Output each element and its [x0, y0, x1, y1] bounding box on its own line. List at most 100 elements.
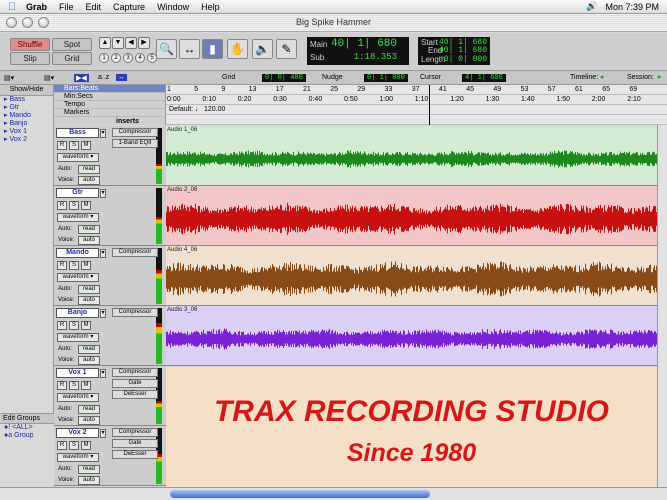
zoomer-tool-icon[interactable]: 🔍: [156, 39, 177, 59]
track-view-selector[interactable]: waveform ▾: [57, 453, 99, 462]
track-name-menu-icon[interactable]: ▾: [100, 429, 106, 438]
insertion-follows-playback-icon[interactable]: ↔: [116, 74, 127, 81]
show-hide-track[interactable]: ▸ Bass: [0, 96, 53, 104]
voice-selector[interactable]: auto: [78, 416, 100, 425]
show-hide-track[interactable]: ▸ Banjo: [0, 120, 53, 128]
insert-slot[interactable]: Compressor: [112, 308, 158, 317]
track-name-menu-icon[interactable]: ▾: [100, 189, 106, 198]
record-enable-button[interactable]: R: [57, 261, 67, 270]
menu-capture[interactable]: Capture: [107, 2, 151, 12]
track-view-selector[interactable]: waveform ▾: [57, 393, 99, 402]
shuffle-mode-button[interactable]: Shuffle: [10, 38, 50, 51]
record-enable-button[interactable]: R: [57, 381, 67, 390]
track-name-menu-icon[interactable]: ▾: [100, 249, 106, 258]
solo-button[interactable]: S: [69, 141, 79, 150]
bars-beats-ruler[interactable]: 1 5 9 13 17 21 25 29 33 37 41 45 49 53 57 61 65 69: [166, 85, 667, 95]
pencil-tool-icon[interactable]: ✎: [276, 39, 297, 59]
zoom-preset-1[interactable]: 1: [99, 53, 109, 63]
automation-mode-selector[interactable]: read: [78, 345, 100, 354]
length-value[interactable]: 0| 0| 000: [444, 55, 487, 64]
insert-slot[interactable]: Compressor: [112, 128, 158, 137]
link-timeline-icon[interactable]: ▶◀: [74, 74, 89, 82]
trimmer-tool-icon[interactable]: ↔: [179, 39, 200, 59]
record-enable-button[interactable]: R: [57, 441, 67, 450]
end-value[interactable]: 40| 1| 680: [439, 46, 487, 55]
mute-button[interactable]: M: [81, 441, 91, 450]
insert-slot[interactable]: DeEsser: [112, 390, 158, 399]
record-enable-button[interactable]: R: [57, 321, 67, 330]
record-enable-button[interactable]: R: [57, 141, 67, 150]
grid-value[interactable]: 0| 0| 480: [262, 74, 306, 82]
voice-selector[interactable]: auto: [78, 176, 100, 185]
menu-edit[interactable]: Edit: [80, 2, 108, 12]
menu-file[interactable]: File: [53, 2, 80, 12]
menubar-clock[interactable]: Mon 7:39 PM: [605, 2, 659, 12]
ruler-label-min-secs[interactable]: Min:Secs: [54, 93, 165, 101]
zoom-preset-4[interactable]: 4: [135, 53, 145, 63]
solo-button[interactable]: S: [69, 441, 79, 450]
audio-region[interactable]: Audio 3_06: [166, 306, 657, 366]
track-view-selector[interactable]: waveform ▾: [57, 153, 99, 162]
timeline-ruler[interactable]: 1 5 9 13 17 21 25 29 33 37 41 45 49 53 57 61 65 69 0:00 0:…: [166, 85, 667, 125]
main-counter[interactable]: Main 40| 1| 680 Sub 1:18.353: [307, 37, 409, 65]
zoom-preset-3[interactable]: 3: [123, 53, 133, 63]
insert-slot[interactable]: Compressor: [112, 368, 158, 377]
audio-region[interactable]: Audio 4_06: [166, 246, 657, 306]
apple-menu-icon[interactable]: : [4, 1, 20, 13]
menu-help[interactable]: Help: [195, 2, 226, 12]
voice-selector[interactable]: auto: [78, 356, 100, 365]
show-hide-track[interactable]: ▸ Vox 1: [0, 128, 53, 136]
insert-slot[interactable]: Compressor: [112, 248, 158, 257]
edit-groups-header[interactable]: Edit Groups: [0, 414, 54, 424]
solo-button[interactable]: S: [69, 381, 79, 390]
scrubber-tool-icon[interactable]: 🔈: [252, 39, 273, 59]
zoom-out-vertical-button[interactable]: ▼: [112, 37, 124, 49]
track-name[interactable]: Bass: [56, 128, 99, 138]
show-hide-track[interactable]: ▸ Gtr: [0, 104, 53, 112]
spot-mode-button[interactable]: Spot: [52, 38, 92, 51]
audio-region[interactable]: Audio 2_06: [166, 186, 657, 246]
record-enable-button[interactable]: R: [57, 201, 67, 210]
track-name-menu-icon[interactable]: ▾: [100, 129, 106, 138]
horizontal-scrollbar[interactable]: [0, 487, 667, 500]
horizontal-scroll-thumb[interactable]: [170, 490, 430, 498]
solo-button[interactable]: S: [69, 261, 79, 270]
zoom-horizontal-out-button[interactable]: ▶: [138, 37, 150, 49]
insert-slot[interactable]: 1-Band EQII: [112, 139, 158, 148]
automation-mode-selector[interactable]: read: [78, 285, 100, 294]
grabber-tool-icon[interactable]: ✋: [227, 39, 248, 59]
grid-mode-button[interactable]: Grid: [52, 52, 92, 65]
insert-slot[interactable]: Compressor: [112, 428, 158, 437]
mute-button[interactable]: M: [81, 261, 91, 270]
insert-slot[interactable]: Gate: [112, 439, 158, 448]
show-hide-track[interactable]: ▸ Mando: [0, 112, 53, 120]
voice-selector[interactable]: auto: [78, 236, 100, 245]
tempo-value[interactable]: Default: ♩ 120.00: [169, 106, 225, 113]
edit-group-item[interactable]: ●! <ALL>: [0, 424, 54, 432]
mute-button[interactable]: M: [81, 321, 91, 330]
menu-app-name[interactable]: Grab: [20, 2, 53, 12]
track-name-menu-icon[interactable]: ▾: [100, 369, 106, 378]
ruler-label-markers[interactable]: Markers: [54, 109, 165, 117]
sort-az-icon[interactable]: a..z: [98, 74, 109, 81]
track-name[interactable]: Banjo: [56, 308, 99, 318]
slip-mode-button[interactable]: Slip: [10, 52, 50, 65]
view-options-icon[interactable]: ▤▾: [4, 74, 14, 82]
menu-window[interactable]: Window: [151, 2, 195, 12]
insert-slot[interactable]: DeEsser: [112, 450, 158, 459]
vertical-scrollbar[interactable]: [657, 125, 667, 487]
voice-selector[interactable]: auto: [78, 296, 100, 305]
volume-icon[interactable]: 🔊: [586, 1, 597, 12]
nudge-value[interactable]: 0| 1| 000: [364, 74, 408, 82]
track-view-selector[interactable]: waveform ▾: [57, 333, 99, 342]
zoom-horizontal-in-button[interactable]: ◀: [125, 37, 137, 49]
insert-slot[interactable]: Gate: [112, 379, 158, 388]
zoom-preset-2[interactable]: 2: [111, 53, 121, 63]
playhead-cursor[interactable]: [429, 85, 430, 125]
track-name[interactable]: Mando: [56, 248, 99, 258]
automation-mode-selector[interactable]: read: [78, 225, 100, 234]
tempo-ruler[interactable]: Default: ♩ 120.00: [166, 105, 667, 115]
zoom-in-vertical-button[interactable]: ▲: [99, 37, 111, 49]
selector-tool-icon[interactable]: ▮: [202, 39, 223, 59]
show-hide-header[interactable]: Show/Hide: [0, 85, 53, 96]
